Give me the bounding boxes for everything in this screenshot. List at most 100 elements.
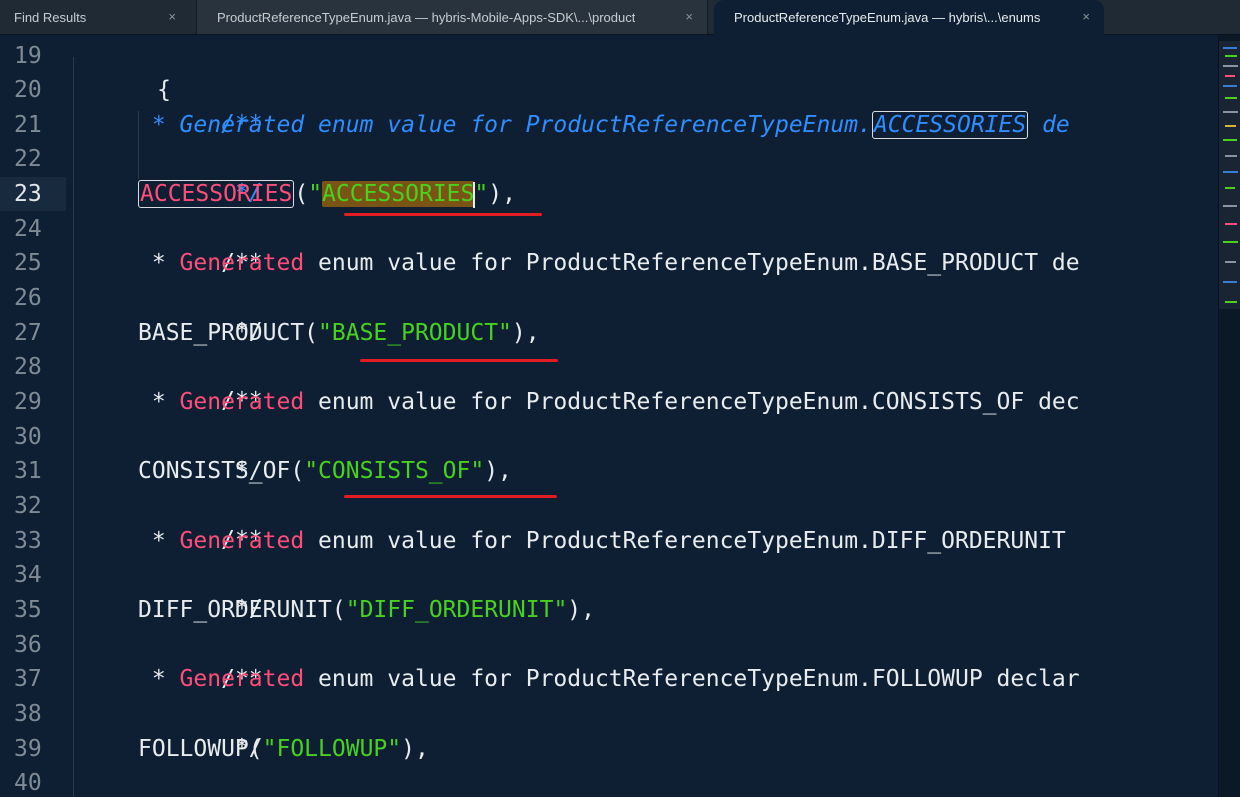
string-diff-orderunit[interactable]: "DIFF_ORDERUNIT" — [346, 597, 568, 623]
code-line: { — [74, 39, 171, 103]
line-number: 27 — [14, 320, 42, 346]
minimap-line — [1225, 97, 1237, 99]
code-line: */ — [138, 558, 263, 622]
selected-string-accessories[interactable]: ACCESSORIES — [322, 181, 475, 207]
code-line: /** — [138, 212, 263, 276]
line-number: 22 — [14, 146, 42, 172]
minimap-line — [1225, 223, 1237, 225]
string-base-product[interactable]: "BASE_PRODUCT" — [318, 320, 512, 346]
comment-star: * — [138, 112, 180, 138]
paren-open: ( — [290, 458, 305, 484]
line-number: 29 — [14, 389, 42, 415]
line-number: 36 — [14, 632, 42, 658]
tab-label: ProductReferenceTypeEnum.java — hybris-M… — [217, 9, 636, 25]
paren-open: ( — [304, 320, 319, 346]
line-number: 21 — [14, 112, 42, 138]
comment-text: enum value for ProductReferenceTypeEnum.… — [304, 250, 1080, 276]
close-icon[interactable]: × — [685, 9, 693, 24]
minimap-line — [1223, 111, 1238, 113]
quote: " — [308, 181, 323, 207]
code-line: /** — [138, 766, 263, 797]
code-line: /** — [138, 73, 263, 137]
line-number: 40 — [14, 770, 42, 796]
line-number: 25 — [14, 250, 42, 276]
annotation-underline — [344, 495, 557, 498]
line-number: 32 — [14, 493, 42, 519]
minimap[interactable] — [1218, 35, 1240, 797]
minimap-line — [1225, 261, 1236, 263]
paren-close: ), — [484, 458, 512, 484]
code-line: * Generated enum value for ProductRefere… — [138, 524, 1066, 558]
comment-star: * — [138, 250, 180, 276]
comment-text: enum value for ProductReferenceTypeEnum.… — [304, 528, 1066, 554]
code-line: */ — [138, 142, 263, 206]
code-line: * Generated enum value for ProductRefere… — [138, 662, 1080, 696]
minimap-line — [1225, 187, 1235, 189]
indent-guide — [73, 57, 74, 797]
line-number: 24 — [14, 216, 42, 242]
paren-open: ( — [248, 736, 263, 762]
code-line: * Generated enum value for ProductRefere… — [138, 246, 1080, 280]
string-followup[interactable]: "FOLLOWUP" — [263, 736, 401, 762]
comment-text: enum value for ProductReferenceTypeEnum. — [304, 112, 872, 138]
enum-constant-followup[interactable]: FOLLOWUP — [138, 736, 249, 762]
find-match-accessories[interactable]: ACCESSORIES — [871, 111, 1029, 139]
enum-constant-accessories[interactable]: ACCESSORIES — [138, 180, 295, 208]
paren-close: ), — [401, 736, 429, 762]
tab-find-results[interactable]: Find Results × — [0, 0, 190, 34]
paren-close: ), — [511, 320, 540, 346]
minimap-line — [1223, 139, 1237, 141]
minimap-line — [1223, 65, 1238, 67]
string-consists-of[interactable]: "CONSISTS_OF" — [304, 458, 484, 484]
comment-text: enum value for ProductReferenceTypeEnum.… — [304, 666, 1080, 692]
code-line: /** — [138, 628, 263, 692]
code-line: /** — [138, 350, 263, 414]
minimap-viewport[interactable] — [1219, 41, 1240, 309]
line-number-current: 23 — [14, 181, 42, 207]
comment-star: * — [138, 389, 180, 415]
enum-constant-consists-of[interactable]: CONSISTS_OF — [138, 458, 290, 484]
tab-product-reference-type-enum-active[interactable]: ProductReferenceTypeEnum.java — hybris\.… — [714, 0, 1104, 35]
minimap-line — [1225, 125, 1236, 127]
code-line: */ — [138, 697, 263, 761]
line-number: 26 — [14, 285, 42, 311]
line-number: 30 — [14, 424, 42, 450]
comment-generated: Generated — [179, 112, 305, 138]
minimap-line — [1223, 281, 1237, 283]
minimap-line — [1225, 155, 1237, 157]
tab-bar: Find Results × ProductReferenceTypeEnum.… — [0, 0, 1240, 35]
close-icon[interactable]: × — [168, 9, 176, 24]
tab-label: Find Results — [14, 9, 87, 25]
comment-generated: Generated — [179, 250, 305, 276]
paren-close: ), — [488, 181, 516, 207]
minimap-line — [1225, 55, 1237, 57]
code-line: DIFF_ORDERUNIT("DIFF_ORDERUNIT"), — [138, 593, 595, 627]
code-line: CONSISTS_OF("CONSISTS_OF"), — [138, 454, 512, 488]
comment-generated: Generated — [179, 666, 305, 692]
tab-product-reference-type-enum-sdk[interactable]: ProductReferenceTypeEnum.java — hybris-M… — [196, 0, 708, 34]
minimap-line — [1225, 301, 1237, 303]
minimap-line — [1223, 241, 1238, 243]
annotation-underline — [360, 359, 558, 362]
line-number: 35 — [14, 597, 42, 623]
code-line-current: ACCESSORIES("ACCESSORIES"), — [138, 177, 516, 211]
line-number: 28 — [14, 354, 42, 380]
comment-generated: Generated — [179, 528, 305, 554]
line-number: 38 — [14, 701, 42, 727]
line-number: 39 — [14, 736, 42, 762]
enum-constant-diff-orderunit[interactable]: DIFF_ORDERUNIT — [138, 597, 332, 623]
line-number: 31 — [14, 458, 42, 484]
code-line: FOLLOWUP("FOLLOWUP"), — [138, 732, 429, 766]
line-number: 33 — [14, 528, 42, 554]
code-line: BASE_PRODUCT("BASE_PRODUCT"), — [138, 316, 540, 350]
minimap-line — [1223, 171, 1238, 173]
tab-label: ProductReferenceTypeEnum.java — hybris\.… — [734, 10, 1041, 25]
line-number: 19 — [14, 43, 42, 69]
comment-generated: Generated — [179, 389, 305, 415]
code-editor[interactable]: 19 20 21 22 23 24 25 26 27 28 29 30 31 3… — [0, 35, 1218, 797]
line-number: 37 — [14, 666, 42, 692]
minimap-line — [1223, 47, 1237, 49]
close-icon[interactable]: × — [1082, 9, 1090, 24]
comment-star: * — [138, 528, 180, 554]
enum-constant-base-product[interactable]: BASE_PRODUCT — [138, 320, 304, 346]
